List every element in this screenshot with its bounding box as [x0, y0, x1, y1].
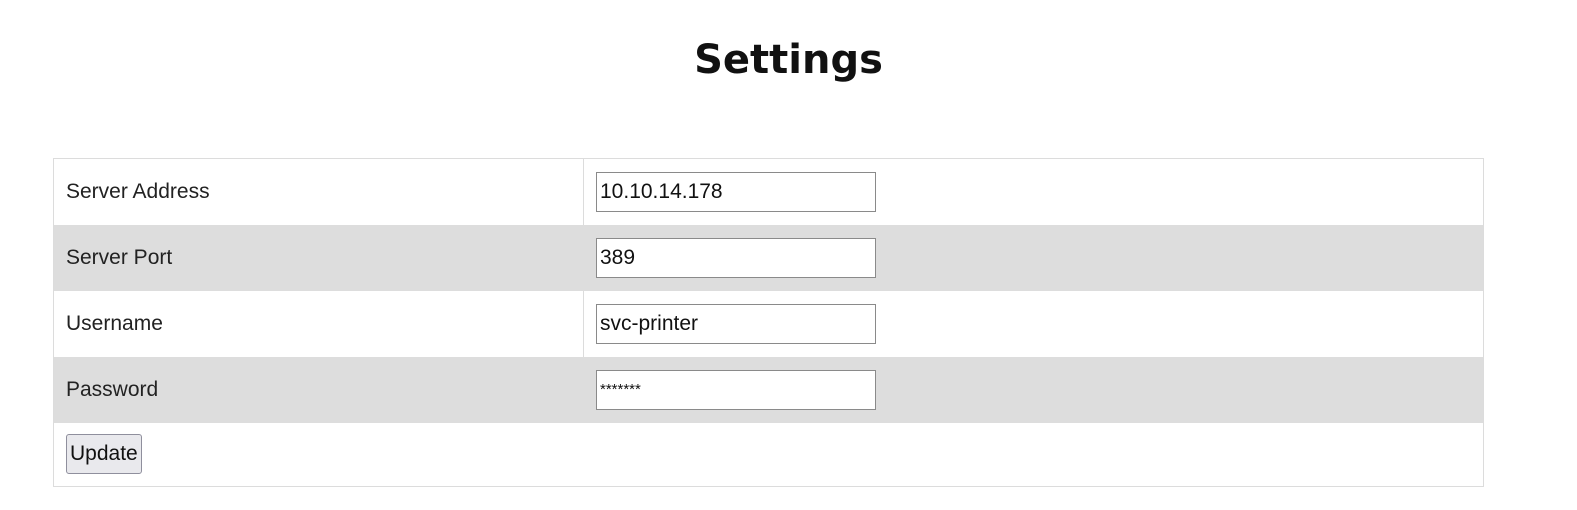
- form-row-password: Password: [53, 356, 1484, 423]
- form-row-server-address: Server Address: [53, 158, 1484, 225]
- actions-cell: Update: [54, 423, 1484, 487]
- form-row-username: Username: [53, 290, 1484, 357]
- password-cell: [583, 356, 1484, 423]
- username-input[interactable]: [596, 303, 876, 344]
- server-address-label: Server Address: [53, 158, 584, 225]
- form-row-server-port: Server Port: [53, 224, 1484, 291]
- server-port-label: Server Port: [53, 224, 584, 291]
- password-input[interactable]: [596, 369, 876, 410]
- form-row-actions: Update: [54, 423, 1484, 487]
- password-label: Password: [53, 356, 584, 423]
- page-title: Settings: [694, 37, 883, 83]
- server-address-input[interactable]: [596, 171, 876, 212]
- settings-page: Settings Server Address Server Port User…: [0, 0, 1577, 510]
- username-cell: [584, 291, 1484, 357]
- settings-form-table: Server Address Server Port Username Pass…: [53, 158, 1484, 487]
- update-button[interactable]: Update: [66, 434, 142, 475]
- server-port-input[interactable]: [596, 237, 876, 278]
- server-address-cell: [584, 159, 1484, 225]
- server-port-cell: [583, 224, 1484, 291]
- username-label: Username: [53, 290, 584, 357]
